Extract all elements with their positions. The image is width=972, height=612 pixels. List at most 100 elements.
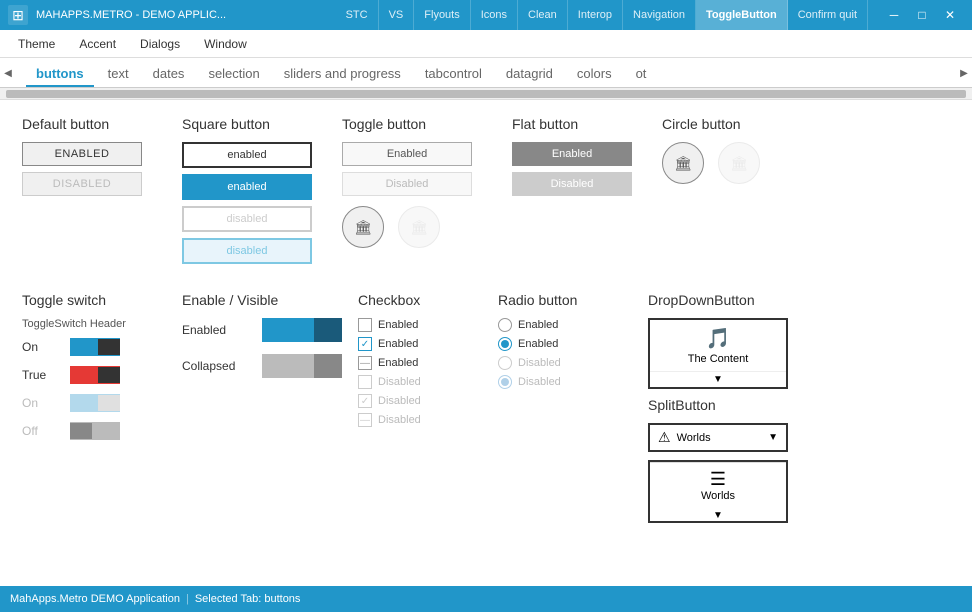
status-separator: |	[186, 593, 189, 605]
app-icon: ⊞	[8, 5, 28, 25]
circle-btn-2: 🏛	[718, 142, 760, 184]
rb-row-3: Disabled	[498, 356, 632, 370]
nav-tab-icons[interactable]: Icons	[471, 0, 518, 30]
checkbox-section: Checkbox Enabled ✓ Enabled — Enabled Dis…	[350, 286, 490, 537]
nav-tab-vs[interactable]: VS	[379, 0, 415, 30]
menu-window[interactable]: Window	[194, 33, 257, 55]
music-icon: 🎵	[706, 326, 731, 351]
tab-colors[interactable]: colors	[567, 62, 622, 87]
nav-tab-clean[interactable]: Clean	[518, 0, 568, 30]
toggle-row-off: Off	[22, 422, 166, 440]
toggle-label-on-1: On	[22, 340, 62, 354]
nav-tab-togglebutton[interactable]: ToggleButton	[696, 0, 788, 30]
flat-enabled-button[interactable]: Enabled	[512, 142, 632, 166]
sections-container: Default button ENABLED DISABLED Square b…	[14, 110, 958, 276]
toggle-enabled-button[interactable]: Enabled	[342, 142, 472, 166]
menu-accent[interactable]: Accent	[69, 33, 126, 55]
circle-button-section: Circle button 🏛 🏛	[654, 110, 804, 276]
toggle-label-on-2: On	[22, 396, 62, 410]
close-button[interactable]: ✕	[936, 0, 964, 30]
split-button-worlds-bottom[interactable]: ☰ Worlds ▼	[648, 460, 788, 523]
split-button-worlds[interactable]: ⚠ Worlds ▼	[648, 423, 788, 452]
tab-datagrid[interactable]: datagrid	[496, 62, 563, 87]
toggle-icons: 🏛 🏛	[342, 206, 496, 248]
checkbox-indeterminate-enabled[interactable]: —	[358, 356, 372, 370]
enable-row-enabled: Enabled	[182, 318, 342, 342]
default-button-title: Default button	[22, 116, 166, 132]
cb-row-3: — Enabled	[358, 356, 482, 370]
dropdown-inner: 🎵 The Content	[650, 320, 786, 371]
cb-label-1: Enabled	[378, 319, 418, 331]
dropdown-button[interactable]: 🎵 The Content ▼	[648, 318, 788, 389]
tab-dates[interactable]: dates	[143, 62, 195, 87]
rb-row-2: Enabled	[498, 337, 632, 351]
toggle-track-gray[interactable]	[70, 422, 120, 440]
toggle-switch-title: Toggle switch	[22, 292, 166, 308]
checkbox-unchecked-enabled[interactable]	[358, 318, 372, 332]
split-chevron-icon[interactable]: ▼	[768, 432, 778, 443]
enable-bar-blue[interactable]	[262, 318, 342, 342]
default-button-section: Default button ENABLED DISABLED	[14, 110, 174, 276]
toggle-row-on-blue: On	[22, 338, 166, 356]
toggle-button-section: Toggle button Enabled Disabled 🏛 🏛	[334, 110, 504, 276]
square-enabled-active-button[interactable]: enabled	[182, 174, 312, 200]
horizontal-scrollbar[interactable]	[0, 88, 972, 100]
nav-tab-flyouts[interactable]: Flyouts	[414, 0, 470, 30]
toggle-track-red[interactable]	[70, 366, 120, 384]
tab-tabcontrol[interactable]: tabcontrol	[415, 62, 492, 87]
checkbox-indeterminate-disabled: —	[358, 413, 372, 427]
radio-selected-enabled[interactable]	[498, 337, 512, 351]
nav-tab-stc[interactable]: STC	[336, 0, 379, 30]
warning-icon: ⚠	[658, 429, 671, 446]
tab-text[interactable]: text	[98, 62, 139, 87]
split-button-title: SplitButton	[648, 397, 792, 413]
tab-buttons[interactable]: buttons	[26, 62, 94, 87]
enable-visible-section: Enable / Visible Enabled Collapsed	[174, 286, 350, 537]
nav-tab-confirmquit[interactable]: Confirm quit	[788, 0, 868, 30]
flat-button-title: Flat button	[512, 116, 646, 132]
radio-unselected-enabled-1[interactable]	[498, 318, 512, 332]
toggle-switch-header: ToggleSwitch Header	[22, 318, 166, 330]
rb-label-3: Disabled	[518, 357, 561, 369]
rb-row-1: Enabled	[498, 318, 632, 332]
split-bottom-arrow-icon[interactable]: ▼	[650, 510, 786, 521]
scroll-left-icon[interactable]: ◀	[0, 58, 16, 88]
scroll-right-icon[interactable]: ▶	[956, 58, 972, 88]
square-disabled-blue-button: disabled	[182, 238, 312, 264]
split-bottom-content: ☰ Worlds	[650, 462, 786, 508]
default-enabled-button[interactable]: ENABLED	[22, 142, 142, 166]
enable-row-collapsed: Collapsed	[182, 354, 342, 378]
toggle-row-on-light: On	[22, 394, 166, 412]
maximize-button[interactable]: □	[908, 0, 936, 30]
nav-tab-navigation[interactable]: Navigation	[623, 0, 696, 30]
window-controls: ─ □ ✕	[880, 0, 964, 30]
nav-tab-interop[interactable]: Interop	[568, 0, 623, 30]
circle-btn-1[interactable]: 🏛	[662, 142, 704, 184]
toggle-track-light[interactable]	[70, 394, 120, 412]
checkbox-title: Checkbox	[358, 292, 482, 308]
checkbox-checked-enabled[interactable]: ✓	[358, 337, 372, 351]
minimize-button[interactable]: ─	[880, 0, 908, 30]
toggle-label-true: True	[22, 368, 62, 382]
square-enabled-button[interactable]: enabled	[182, 142, 312, 168]
menu-dialogs[interactable]: Dialogs	[130, 33, 190, 55]
toggle-icon-button-1[interactable]: 🏛	[342, 206, 384, 248]
split-worlds-label: Worlds	[677, 432, 763, 444]
dropdown-title: DropDownButton	[648, 292, 792, 308]
tab-sliders[interactable]: sliders and progress	[274, 62, 411, 87]
dropdown-arrow-icon[interactable]: ▼	[650, 371, 786, 387]
menu-theme[interactable]: Theme	[8, 33, 65, 55]
tab-selection[interactable]: selection	[198, 62, 269, 87]
nav-tabs: STC VS Flyouts Icons Clean Interop Navig…	[336, 0, 868, 30]
status-left: MahApps.Metro DEMO Application	[10, 593, 180, 605]
cb-row-2: ✓ Enabled	[358, 337, 482, 351]
scrollbar-thumb[interactable]	[6, 90, 966, 98]
cb-label-4: Disabled	[378, 376, 421, 388]
main-content: Default button ENABLED DISABLED Square b…	[0, 100, 972, 586]
cb-row-4: Disabled	[358, 375, 482, 389]
enable-bar-gray[interactable]	[262, 354, 342, 378]
title-bar: ⊞ MAHAPPS.METRO - DEMO APPLIC... STC VS …	[0, 0, 972, 30]
toggle-track-blue[interactable]	[70, 338, 120, 356]
second-row: Toggle switch ToggleSwitch Header On Tru…	[14, 286, 958, 537]
tab-ot[interactable]: ot	[626, 62, 657, 87]
